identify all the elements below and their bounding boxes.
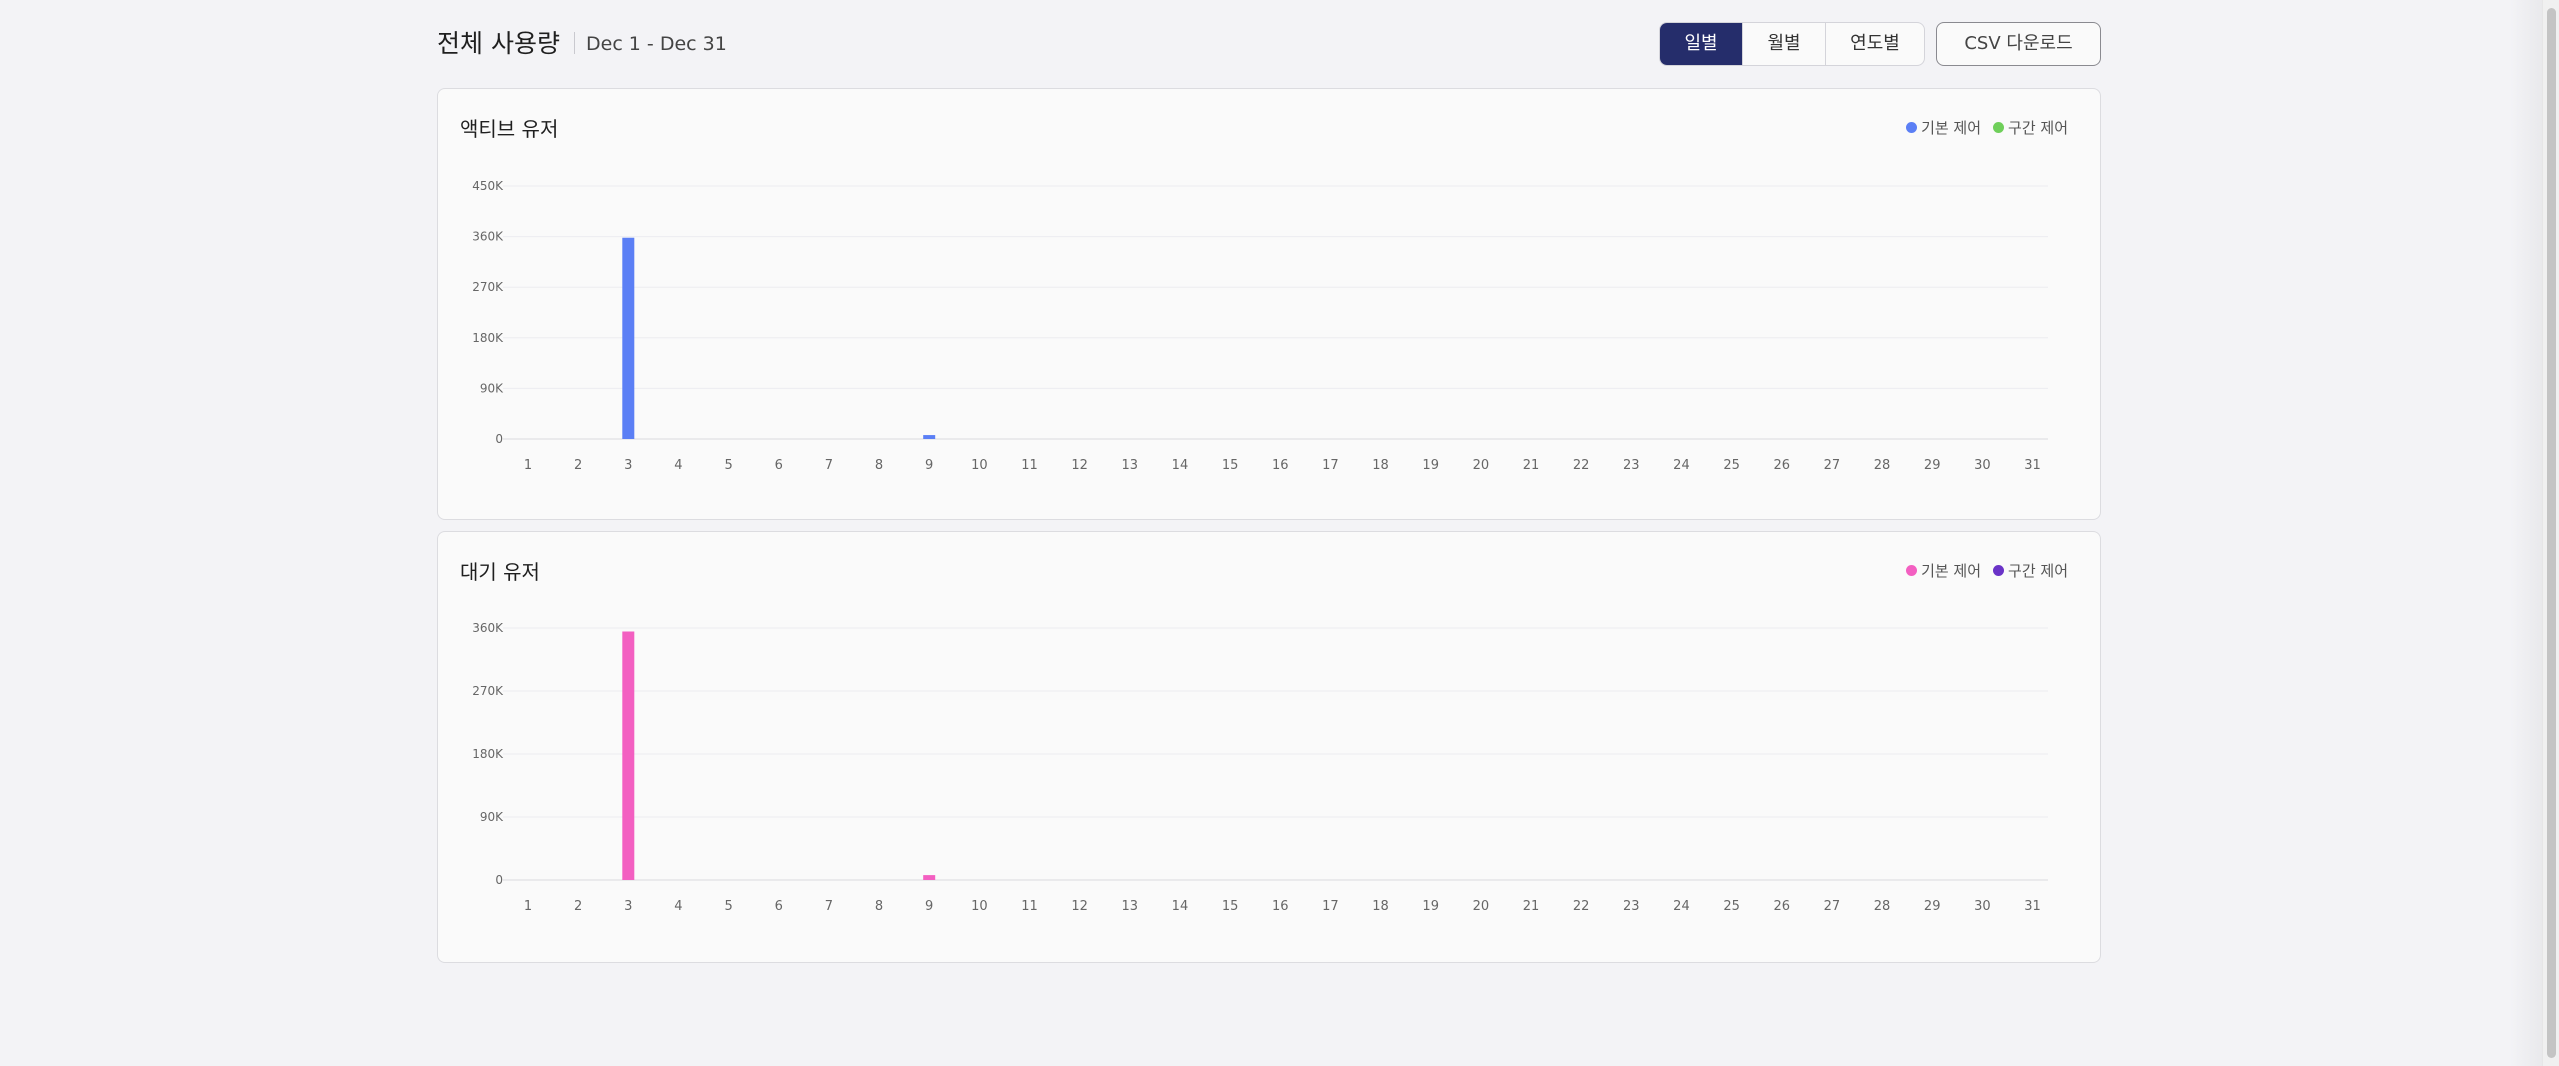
x-tick-label: 14: [1172, 899, 1189, 914]
x-tick-label: 12: [1071, 458, 1088, 473]
x-tick-label: 19: [1422, 458, 1439, 473]
period-daily-button[interactable]: 일별: [1660, 23, 1743, 65]
x-tick-label: 11: [1021, 458, 1038, 473]
x-tick-label: 11: [1021, 899, 1038, 914]
title-divider: [574, 32, 575, 54]
x-tick-label: 17: [1322, 458, 1339, 473]
y-tick-label: 270K: [472, 280, 504, 294]
period-yearly-button[interactable]: 연도별: [1826, 23, 1924, 65]
x-tick-label: 13: [1122, 899, 1139, 914]
bar[interactable]: [923, 435, 936, 439]
x-tick-label: 3: [624, 458, 632, 473]
y-tick-label: 360K: [472, 621, 504, 635]
x-tick-label: 24: [1673, 899, 1690, 914]
x-tick-label: 24: [1673, 458, 1690, 473]
y-tick-label: 90K: [480, 810, 504, 824]
x-tick-label: 2: [574, 458, 582, 473]
scrollbar-thumb[interactable]: [2547, 8, 2556, 1058]
x-tick-label: 18: [1372, 458, 1389, 473]
x-tick-label: 16: [1272, 899, 1289, 914]
x-tick-label: 9: [925, 899, 933, 914]
x-tick-label: 6: [775, 899, 783, 914]
page-header: 전체 사용량 Dec 1 - Dec 31 일별 월별 연도별 CSV 다운로드: [437, 0, 2101, 88]
x-tick-label: 3: [624, 899, 632, 914]
x-tick-label: 8: [875, 458, 883, 473]
active-users-card: 액티브 유저 기본 제어 구간 제어 0 90K 180K 270K 360K 450K 1…: [437, 88, 2101, 520]
x-tick-label: 5: [724, 899, 732, 914]
x-tick-label: 31: [2024, 458, 2041, 473]
x-tick-label: 22: [1573, 458, 1590, 473]
y-tick-label: 360K: [472, 230, 504, 244]
x-tick-label: 29: [1924, 458, 1941, 473]
period-toggle: 일별 월별 연도별: [1659, 22, 1925, 66]
x-tick-label: 28: [1874, 458, 1891, 473]
x-tick-label: 21: [1523, 899, 1540, 914]
x-tick-label: 10: [971, 458, 988, 473]
x-tick-label: 1: [524, 899, 532, 914]
x-tick-label: 1: [524, 458, 532, 473]
x-tick-label: 10: [971, 899, 988, 914]
x-tick-label: 8: [875, 899, 883, 914]
x-tick-label: 6: [775, 458, 783, 473]
x-tick-label: 27: [1824, 458, 1841, 473]
x-tick-label: 28: [1874, 899, 1891, 914]
y-tick-label: 270K: [472, 684, 504, 698]
x-tick-label: 30: [1974, 458, 1991, 473]
x-tick-label: 5: [724, 458, 732, 473]
x-tick-label: 16: [1272, 458, 1289, 473]
x-tick-label: 25: [1723, 458, 1740, 473]
y-tick-label: 180K: [472, 747, 504, 761]
x-tick-label: 12: [1071, 899, 1088, 914]
y-tick-label: 180K: [472, 331, 504, 345]
x-tick-label: 23: [1623, 899, 1640, 914]
x-tick-label: 20: [1473, 899, 1490, 914]
x-tick-label: 20: [1473, 458, 1490, 473]
x-tick-label: 31: [2024, 899, 2041, 914]
y-tick-label: 450K: [472, 179, 504, 193]
page: 전체 사용량 Dec 1 - Dec 31 일별 월별 연도별 CSV 다운로드…: [0, 0, 2559, 1066]
vertical-scrollbar[interactable]: [2542, 0, 2559, 1066]
csv-download-button[interactable]: CSV 다운로드: [1936, 22, 2101, 66]
standby-users-card: 대기 유저 기본 제어 구간 제어 0 90K 180K 270K 360K 1 2 3 4 5 6…: [437, 531, 2101, 963]
page-title: 전체 사용량: [437, 29, 560, 58]
x-tick-label: 29: [1924, 899, 1941, 914]
period-monthly-button[interactable]: 월별: [1743, 23, 1826, 65]
x-tick-label: 21: [1523, 458, 1540, 473]
x-tick-label: 25: [1723, 899, 1740, 914]
x-tick-label: 7: [825, 899, 833, 914]
y-tick-label: 90K: [480, 381, 504, 395]
x-tick-label: 15: [1222, 458, 1239, 473]
x-tick-label: 26: [1773, 458, 1790, 473]
x-tick-label: 4: [674, 899, 682, 914]
bar[interactable]: [622, 631, 635, 881]
page-edge: [2510, 0, 2542, 1066]
x-tick-label: 13: [1122, 458, 1139, 473]
date-range: Dec 1 - Dec 31: [586, 33, 727, 55]
x-tick-label: 26: [1773, 899, 1790, 914]
x-tick-label: 9: [925, 458, 933, 473]
standby-users-chart: 090K180K270K360K1 2 3 4 5 6 7 8 9 10 11 12 13 14 15 16 1…: [472, 621, 2048, 914]
y-tick-label: 0: [495, 432, 503, 446]
bar[interactable]: [923, 875, 936, 880]
bar[interactable]: [622, 237, 635, 439]
x-tick-label: 2: [574, 899, 582, 914]
active-users-chart: 090K180K270K360K450K1 2 3 4 5 6 7 8 9 10 11 12 13 14 1…: [472, 179, 2048, 473]
x-tick-label: 14: [1172, 458, 1189, 473]
x-tick-label: 22: [1573, 899, 1590, 914]
x-tick-label: 30: [1974, 899, 1991, 914]
x-tick-label: 7: [825, 458, 833, 473]
x-tick-label: 4: [674, 458, 682, 473]
y-tick-label: 0: [495, 873, 503, 887]
main-content: 전체 사용량 Dec 1 - Dec 31 일별 월별 연도별 CSV 다운로드…: [437, 0, 2101, 963]
x-tick-label: 18: [1372, 899, 1389, 914]
x-tick-label: 17: [1322, 899, 1339, 914]
x-tick-label: 15: [1222, 899, 1239, 914]
x-tick-label: 19: [1422, 899, 1439, 914]
x-tick-label: 23: [1623, 458, 1640, 473]
x-tick-label: 27: [1824, 899, 1841, 914]
